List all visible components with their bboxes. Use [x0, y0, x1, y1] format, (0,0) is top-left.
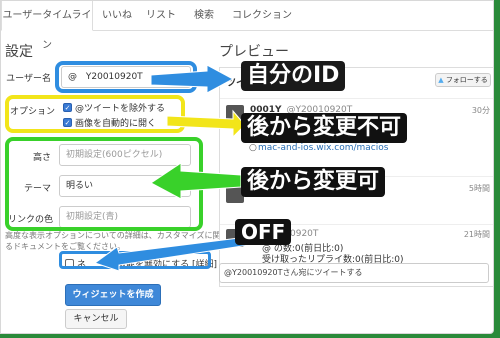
widget-settings-page: ユーザータイムライン いいね リスト 検索 コレクション 設定 ユーザー名 @ … — [0, 0, 494, 334]
settings-title: 設定 — [5, 44, 33, 60]
options-highlight — [5, 95, 185, 133]
cancel-button[interactable]: キャンセル — [65, 309, 127, 329]
help-text: 高度な表示オプションについての詳細は、カスタマイズに関す るドキュメントをご覧く… — [5, 231, 229, 251]
follow-button[interactable]: ▲ フォローする — [435, 73, 491, 87]
tab-lists[interactable]: リスト — [141, 1, 181, 31]
tab-collections[interactable]: コレクション — [227, 1, 297, 31]
create-widget-button[interactable]: ウィジェットを作成 — [65, 284, 161, 306]
tweet-handle: 0920T — [290, 229, 319, 239]
tweet-time: 30分 — [471, 106, 490, 115]
id-callout: 自分のID — [241, 61, 346, 91]
globe-icon: ○ — [249, 143, 257, 153]
reply-input[interactable]: @Y20010920Tさん宛にツイートする — [219, 263, 489, 283]
frame-edge-bottom — [0, 334, 500, 338]
tweet-link[interactable]: mac-and-ios.wix.com/macios — [258, 143, 388, 153]
tab-user-timeline[interactable]: ユーザータイムライン — [1, 1, 93, 51]
tweet-time: 21時間 — [463, 230, 490, 239]
tab-search[interactable]: 検索 — [187, 1, 221, 31]
username-label: ユーザー名 — [6, 74, 51, 84]
immutable-callout: 後から変更不可 — [241, 113, 408, 143]
appearance-highlight — [5, 137, 203, 231]
off-callout: OFF — [235, 219, 292, 245]
tab-bar: ユーザータイムライン いいね リスト 検索 コレクション — [1, 1, 493, 51]
tab-likes[interactable]: いいね — [97, 1, 137, 31]
preview-title: プレビュー — [219, 44, 289, 60]
disable-features-highlight — [59, 251, 211, 269]
twitter-bird-icon: ▲ — [438, 76, 444, 84]
username-highlight — [55, 61, 197, 93]
mutable-callout: 後から変更可 — [241, 167, 386, 197]
frame-edge-right — [494, 0, 500, 338]
tweet-time: 5時間 — [468, 184, 490, 193]
